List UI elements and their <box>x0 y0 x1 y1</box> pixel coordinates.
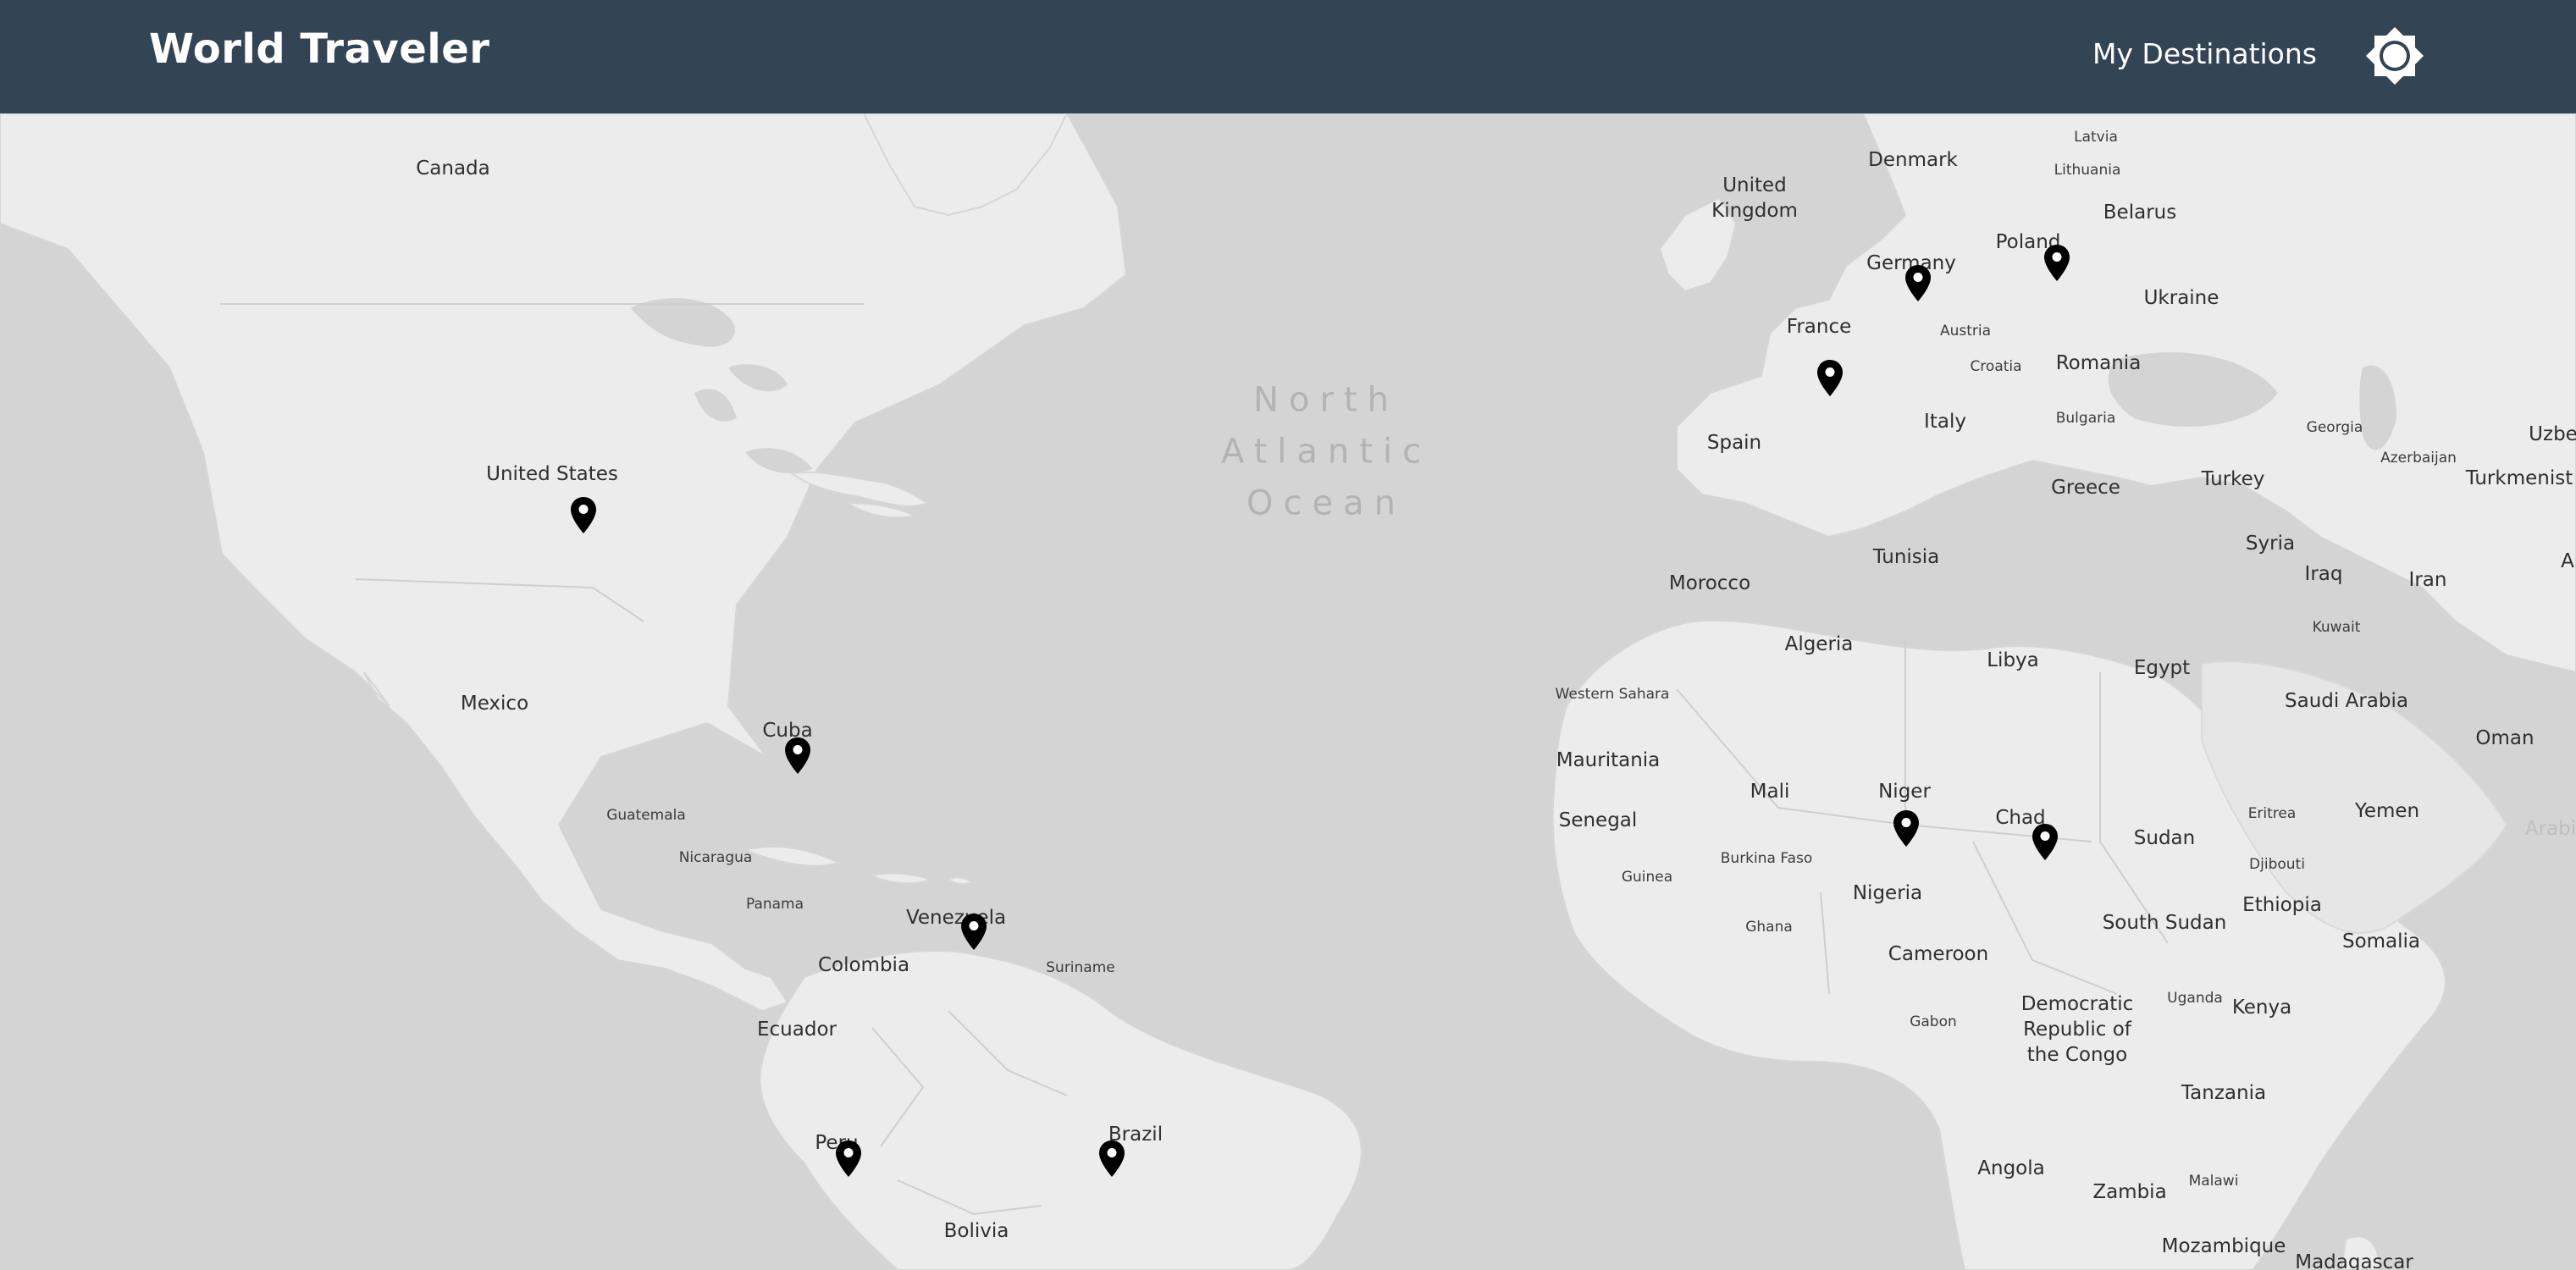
country-label-latvia: Latvia <box>2074 129 2118 146</box>
destination-pin-niger[interactable] <box>1892 809 1921 848</box>
country-label-spain: Spain <box>1706 432 1762 454</box>
country-label-guinea: Guinea <box>1621 869 1673 886</box>
country-label-belarus: Belarus <box>2103 202 2177 224</box>
destination-pin-germany[interactable] <box>1904 264 1932 303</box>
world-map[interactable]: North Atlantic Ocean Canada United State… <box>0 113 2576 1270</box>
country-label-kenya: Kenya <box>2231 997 2292 1019</box>
country-label-kuwait: Kuwait <box>2312 619 2361 636</box>
country-label-madagascar: Madagascar <box>2295 1251 2413 1270</box>
country-label-nicaragua: Nicaragua <box>678 849 753 866</box>
country-label-burkina-faso: Burkina Faso <box>1720 850 1813 867</box>
country-label-turkey: Turkey <box>2201 468 2265 490</box>
destination-pin-peru[interactable] <box>834 1140 863 1179</box>
country-label-azerbaijan: Azerbaijan <box>2380 450 2457 467</box>
country-label-arabian-partial: Arabi <box>2524 818 2576 840</box>
destination-pin-venezuela[interactable] <box>959 913 988 952</box>
country-label-denmark: Denmark <box>1868 149 1958 171</box>
country-label-turkmenistan-partial: Turkmenist <box>2465 467 2573 489</box>
country-label-ghana: Ghana <box>1745 919 1793 936</box>
country-label-eritrea: Eritrea <box>2247 805 2297 822</box>
country-label-djibouti: Djibouti <box>2249 856 2305 873</box>
country-label-iraq: Iraq <box>2304 563 2343 585</box>
country-label-bulgaria: Bulgaria <box>2055 410 2116 427</box>
country-label-mali: Mali <box>1750 781 1790 803</box>
map-pin-icon <box>2044 245 2070 281</box>
country-label-partial-a: A <box>2561 550 2574 572</box>
country-label-united-states: United States <box>486 463 618 485</box>
country-label-greece: Greece <box>2051 477 2120 499</box>
country-label-gabon: Gabon <box>1910 1013 1957 1030</box>
country-label-angola: Angola <box>1977 1157 2045 1179</box>
app-root: World Traveler My Destinations North Atl… <box>0 0 2576 1270</box>
country-label-morocco: Morocco <box>1668 572 1751 594</box>
country-label-mexico: Mexico <box>460 693 529 715</box>
country-label-austria: Austria <box>1939 323 1992 340</box>
country-label-lithuania: Lithuania <box>2054 162 2121 179</box>
country-label-tunisia: Tunisia <box>1872 546 1940 568</box>
country-label-senegal: Senegal <box>1558 809 1638 831</box>
country-label-croatia: Croatia <box>1970 358 2022 375</box>
country-label-romania: Romania <box>2055 352 2142 374</box>
country-label-italy: Italy <box>1924 411 1966 433</box>
country-label-nigeria: Nigeria <box>1852 882 1923 904</box>
destination-pin-brazil[interactable] <box>1097 1140 1126 1179</box>
country-label-mauritania: Mauritania <box>1556 749 1661 771</box>
map-pin-icon <box>1893 810 1919 847</box>
country-label-canada: Canada <box>416 157 490 179</box>
destination-pin-poland[interactable] <box>2043 244 2071 283</box>
destination-pin-cuba[interactable] <box>783 737 812 776</box>
country-label-bolivia: Bolivia <box>943 1220 1009 1242</box>
country-label-algeria: Algeria <box>1784 633 1854 655</box>
country-label-georgia: Georgia <box>2306 419 2363 436</box>
country-label-somalia: Somalia <box>2341 930 2421 952</box>
app-title: World Traveler <box>149 25 490 73</box>
country-label-malawi: Malawi <box>2188 1173 2239 1190</box>
country-label-zambia: Zambia <box>2092 1181 2167 1203</box>
top-navigation-bar: World Traveler My Destinations <box>0 0 2576 113</box>
map-pin-icon <box>785 737 810 774</box>
country-label-venezuela: Venezuela <box>905 907 1007 929</box>
country-label-france: France <box>1786 316 1852 338</box>
country-label-guatemala: Guatemala <box>606 807 686 824</box>
country-label-cameroon: Cameroon <box>1888 943 1989 965</box>
sun-icon <box>2366 27 2424 85</box>
country-label-drc: Democratic Republic of the Congo <box>2020 993 2134 1066</box>
country-label-colombia: Colombia <box>817 954 910 976</box>
country-label-yemen: Yemen <box>2354 800 2420 822</box>
country-label-saudi-arabia: Saudi Arabia <box>2285 690 2408 712</box>
country-label-egypt: Egypt <box>2133 657 2191 679</box>
map-pin-icon <box>1099 1140 1125 1177</box>
map-pin-icon <box>961 914 987 950</box>
map-pin-icon <box>836 1140 861 1177</box>
map-pin-icon <box>1905 265 1931 301</box>
country-label-tanzania: Tanzania <box>2181 1082 2267 1104</box>
country-label-iran: Iran <box>2408 569 2447 591</box>
map-pin-icon <box>2032 824 2058 860</box>
destination-pin-united-states[interactable] <box>569 496 598 535</box>
country-label-syria: Syria <box>2245 533 2296 555</box>
country-label-libya: Libya <box>1987 649 2039 671</box>
my-destinations-link[interactable]: My Destinations <box>2092 37 2317 70</box>
country-label-ecuador: Ecuador <box>757 1019 837 1041</box>
map-pin-icon <box>571 497 596 533</box>
country-label-sudan: Sudan <box>2133 827 2196 849</box>
ocean-label-north-atlantic: North Atlantic Ocean <box>1220 380 1432 523</box>
destination-pin-chad[interactable] <box>2031 823 2059 862</box>
country-label-mozambique: Mozambique <box>2161 1235 2286 1257</box>
country-label-ethiopia: Ethiopia <box>2242 894 2322 916</box>
country-label-suriname: Suriname <box>1046 959 1115 976</box>
country-label-united-kingdom: United Kingdom <box>1711 174 1798 222</box>
theme-toggle-button[interactable] <box>2361 22 2429 90</box>
country-label-ukraine: Ukraine <box>2143 287 2219 309</box>
country-label-uzbekistan-partial: Uzbe <box>2529 423 2576 445</box>
map-pin-icon <box>1817 360 1843 396</box>
country-label-south-sudan: South Sudan <box>2102 912 2227 934</box>
destination-pin-france[interactable] <box>1816 359 1844 398</box>
country-label-oman: Oman <box>2475 727 2535 749</box>
country-label-western-sahara: Western Sahara <box>1555 686 1670 703</box>
country-label-panama: Panama <box>745 896 804 913</box>
country-label-uganda: Uganda <box>2167 990 2223 1007</box>
country-label-niger: Niger <box>1878 781 1931 803</box>
